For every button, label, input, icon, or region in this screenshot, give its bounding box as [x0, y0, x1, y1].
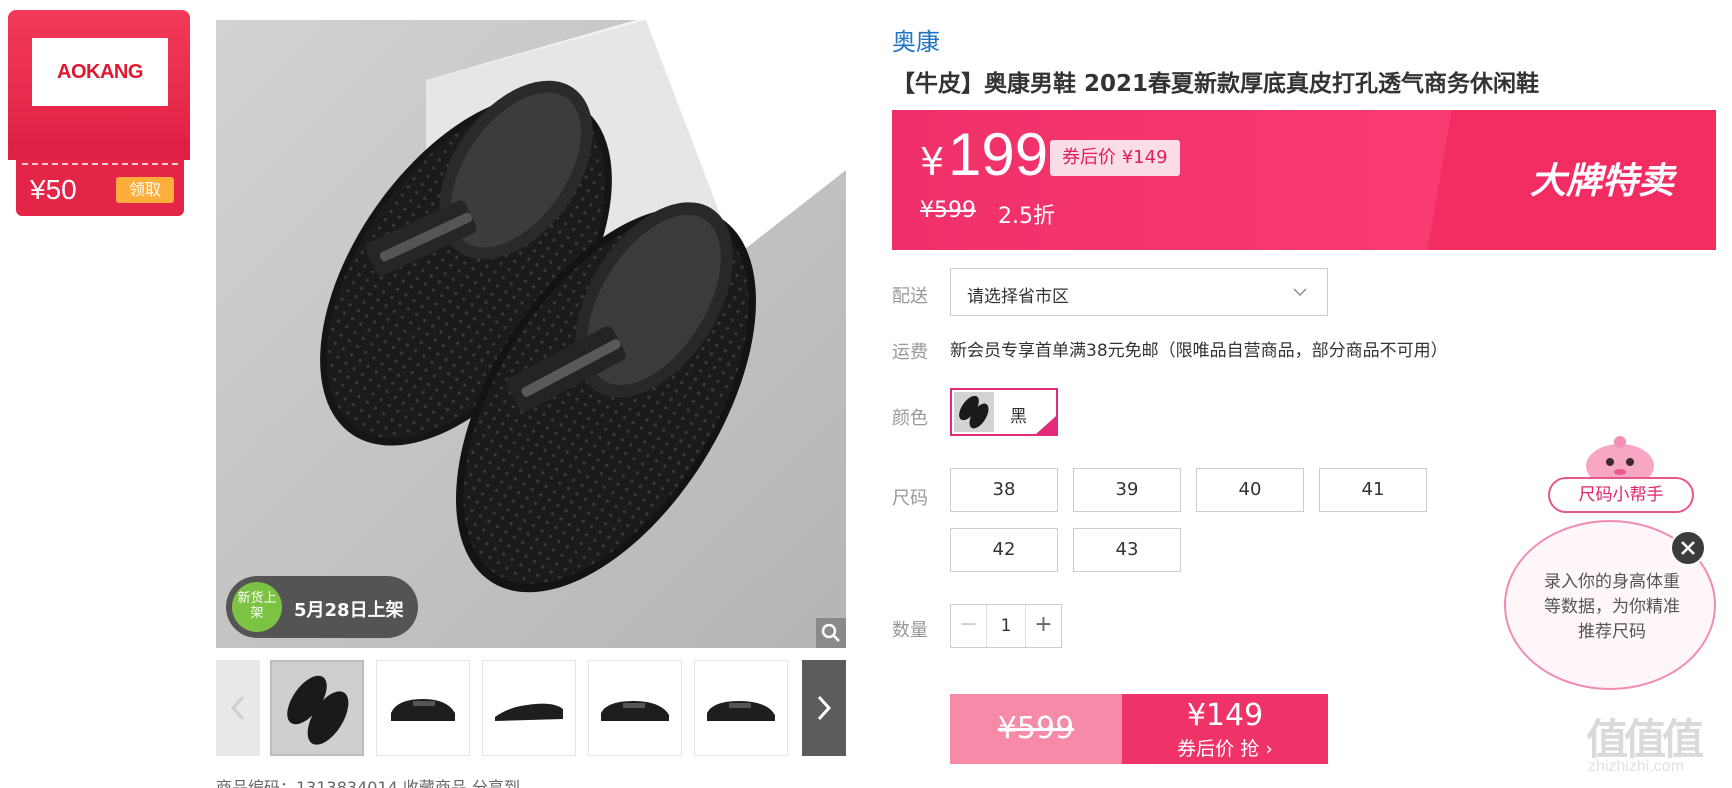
coupon-price-tag: 券后价 ¥149 — [1050, 140, 1180, 176]
color-swatch-image — [954, 392, 994, 432]
buy-coupon-price: ¥149 — [1186, 698, 1264, 733]
quantity-increase-button[interactable]: + — [1025, 605, 1061, 647]
product-photo — [216, 20, 846, 648]
chevron-down-icon — [1293, 288, 1307, 297]
coupon-amount: ¥50 — [30, 174, 77, 205]
new-arrival-badge: 新货上架 5月28日上架 — [226, 576, 418, 638]
size-option[interactable]: 43 — [1073, 528, 1181, 572]
site-watermark: 值值值 zhizhizhi.com — [1586, 706, 1726, 788]
brand-logo-text: AOKANG — [57, 60, 143, 83]
thumbnail-strip — [216, 660, 846, 756]
size-option[interactable]: 39 — [1073, 468, 1181, 512]
size-helper-text: 录入你的身高体重等数据，为你精准推荐尺码 — [1544, 572, 1680, 642]
product-meta-row: 商品编码：1313834014 收藏商品 分享到 — [216, 778, 520, 788]
shipping-info: 新会员专享首单满38元免邮（限唯品自营商品，部分商品不可用） — [950, 341, 1448, 361]
buy-action-label: 券后价 抢 › — [1177, 738, 1273, 760]
thumbnail-prev-button[interactable] — [216, 660, 260, 756]
zoom-icon[interactable] — [816, 618, 846, 648]
selected-check-icon — [1036, 416, 1056, 434]
color-label: 颜色 — [892, 408, 928, 429]
quantity-decrease-button[interactable]: − — [951, 605, 987, 647]
size-label: 尺码 — [892, 488, 928, 509]
watermark-url: zhizhizhi.com — [1588, 758, 1685, 775]
product-main-image[interactable]: 新货上架 5月28日上架 — [216, 20, 846, 648]
claim-coupon-button[interactable]: 领取 — [116, 177, 174, 203]
thumbnail-item[interactable] — [588, 660, 682, 756]
new-arrival-date: 5月28日上架 — [294, 600, 404, 621]
quantity-label: 数量 — [892, 620, 928, 641]
brand-sale-label: 大牌特卖 — [1529, 161, 1674, 202]
thumbnail-item[interactable] — [376, 660, 470, 756]
size-option[interactable]: 42 — [950, 528, 1058, 572]
original-price: ¥599 — [920, 198, 976, 223]
current-price: 199 — [948, 121, 1049, 188]
thumbnail-item[interactable] — [694, 660, 788, 756]
brand-logo: AOKANG — [32, 38, 168, 106]
color-option-black[interactable]: 黑 — [950, 388, 1058, 436]
region-select-value: 请选择省市区 — [967, 287, 1069, 307]
close-button[interactable] — [1670, 530, 1706, 566]
size-option[interactable]: 38 — [950, 468, 1058, 512]
thumbnail-next-button[interactable] — [802, 660, 846, 756]
color-option-label: 黑 — [1010, 407, 1027, 427]
discount-rate: 2.5折 — [998, 204, 1055, 229]
original-price-button[interactable]: ¥599 — [950, 694, 1122, 764]
chevron-left-icon — [230, 695, 245, 721]
close-icon — [1681, 541, 1695, 555]
coupon-divider — [22, 163, 178, 165]
thumbnail-item[interactable] — [482, 660, 576, 756]
new-arrival-icon: 新货上架 — [232, 582, 282, 632]
shipping-label: 运费 — [892, 342, 928, 363]
region-select[interactable]: 请选择省市区 — [950, 268, 1328, 316]
product-title: 【牛皮】奥康男鞋 2021春夏新款厚底真皮打孔透气商务休闲鞋 — [892, 71, 1540, 97]
chevron-right-icon — [817, 695, 832, 721]
price-banner: ¥ 199 券后价 ¥149 ¥599 2.5折 大牌特卖 — [892, 110, 1716, 250]
brand-name[interactable]: 奥康 — [892, 22, 940, 57]
size-helper-button[interactable]: 尺码小帮手 — [1548, 477, 1694, 513]
quantity-input[interactable]: 1 — [987, 605, 1025, 647]
price-currency: ¥ — [920, 140, 945, 184]
thumbnail-item[interactable] — [270, 660, 364, 756]
buy-with-coupon-button[interactable]: ¥149 券后价 抢 › — [1122, 694, 1328, 764]
size-option[interactable]: 40 — [1196, 468, 1304, 512]
quantity-stepper: − 1 + — [950, 604, 1062, 648]
size-option[interactable]: 41 — [1319, 468, 1427, 512]
delivery-label: 配送 — [892, 286, 928, 307]
